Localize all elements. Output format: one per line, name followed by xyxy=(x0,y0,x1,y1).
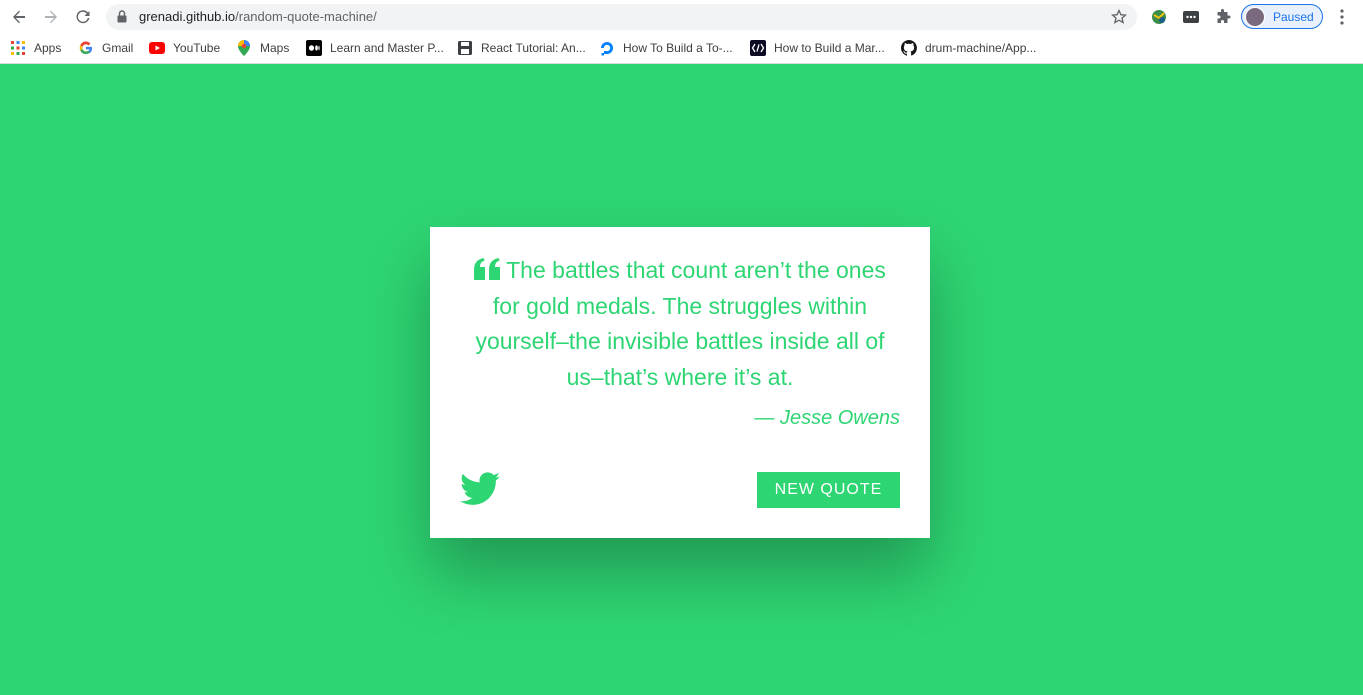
bookmark-label: Learn and Master P... xyxy=(330,41,444,55)
url-path: /random-quote-machine/ xyxy=(235,9,377,24)
bookmark-label: Apps xyxy=(34,41,62,55)
github-icon xyxy=(901,40,917,56)
address-bar[interactable]: grenadi.github.io/random-quote-machine/ xyxy=(106,4,1137,30)
bookmark-label: drum-machine/App... xyxy=(925,41,1037,55)
url-text[interactable]: grenadi.github.io/random-quote-machine/ xyxy=(139,9,377,24)
bookmark-star-icon[interactable] xyxy=(1110,8,1128,30)
avatar xyxy=(1245,6,1265,27)
bookmark-markdown[interactable]: How to Build a Mar... xyxy=(750,39,885,57)
bookmark-label: YouTube xyxy=(173,41,221,55)
bookmark-youtube[interactable]: YouTube xyxy=(149,39,220,57)
bookmark-react-tutorial[interactable]: React Tutorial: An... xyxy=(457,39,586,57)
extension-globe-icon[interactable] xyxy=(1148,6,1170,28)
more-menu-icon[interactable] xyxy=(1334,7,1350,27)
bookmark-maps[interactable]: Maps xyxy=(236,39,289,57)
url-host: grenadi.github.io xyxy=(139,9,236,24)
medium-icon xyxy=(306,40,322,56)
bookmark-label: Gmail xyxy=(102,41,134,55)
browser-toolbar: grenadi.github.io/random-quote-machine/ … xyxy=(0,0,1363,33)
twitter-icon[interactable] xyxy=(460,472,500,508)
youtube-icon xyxy=(149,40,165,56)
bookmark-drum-machine[interactable]: drum-machine/App... xyxy=(901,39,1036,57)
new-quote-button[interactable]: NEW QUOTE xyxy=(757,472,900,508)
maps-pin-icon xyxy=(236,40,252,56)
profile-status: Paused xyxy=(1273,9,1314,24)
quote-body: The battles that count aren’t the ones f… xyxy=(475,257,886,390)
quote-text: The battles that count aren’t the ones f… xyxy=(470,253,890,395)
floppy-icon xyxy=(457,40,473,56)
forward-arrow-icon[interactable] xyxy=(39,5,63,29)
extensions-puzzle-icon[interactable] xyxy=(1212,6,1234,28)
bookmark-label: How to Build a Mar... xyxy=(774,41,885,55)
google-icon xyxy=(78,40,94,56)
code-brackets-icon xyxy=(750,40,766,56)
lock-icon xyxy=(117,10,127,28)
extension-dots-icon[interactable] xyxy=(1180,6,1202,28)
bookmark-apps[interactable]: Apps xyxy=(10,39,61,57)
digitalocean-icon xyxy=(599,40,615,56)
reload-icon[interactable] xyxy=(71,5,95,29)
bookmarks-bar: Apps Gmail YouTube Maps Learn and Master… xyxy=(0,33,1363,64)
apps-grid-icon xyxy=(10,40,26,56)
page-background: The battles that count aren’t the ones f… xyxy=(0,65,1363,695)
bookmark-gmail[interactable]: Gmail xyxy=(78,39,133,57)
profile-button[interactable]: Paused xyxy=(1241,4,1323,29)
quote-box: The battles that count aren’t the ones f… xyxy=(430,227,930,538)
back-arrow-icon[interactable] xyxy=(7,5,31,29)
quote-left-icon xyxy=(474,255,501,280)
bookmark-medium[interactable]: Learn and Master P... xyxy=(306,39,444,57)
bookmark-label: Maps xyxy=(260,41,290,55)
bookmark-todo[interactable]: How To Build a To-... xyxy=(599,39,733,57)
bookmark-label: React Tutorial: An... xyxy=(481,41,586,55)
quote-author: — Jesse Owens xyxy=(754,407,900,429)
bookmark-label: How To Build a To-... xyxy=(623,41,733,55)
